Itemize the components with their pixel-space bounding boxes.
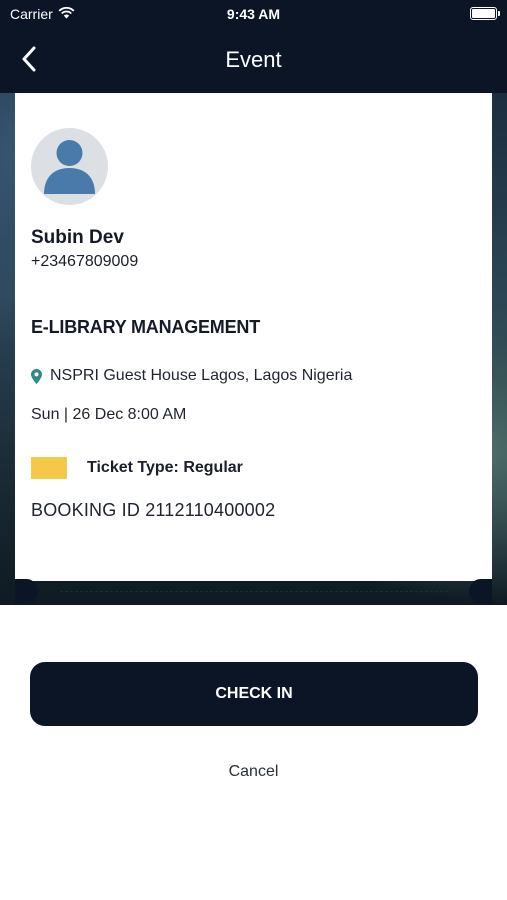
event-title: E-LIBRARY MANAGEMENT (31, 317, 260, 337)
user-phone: +23467809009 (31, 253, 139, 270)
page-title: Event (225, 47, 282, 72)
check-in-button[interactable]: CHECK IN (30, 662, 478, 726)
event-date: Sun | 26 Dec 8:00 AM (31, 406, 187, 423)
booking-id: BOOKING ID 2112110400002 (31, 500, 276, 520)
ticket-type-label: Ticket Type: Regular (87, 459, 243, 476)
avatar (31, 128, 108, 205)
cancel-button[interactable]: Cancel (0, 763, 507, 781)
event-location: NSPRI Guest House Lagos, Lagos Nigeria (31, 367, 352, 385)
battery-icon (470, 7, 500, 20)
ticket-notch-right (469, 579, 492, 604)
location-pin-icon (31, 368, 42, 384)
location-text: NSPRI Guest House Lagos, Lagos Nigeria (50, 367, 353, 384)
ticket-type: Ticket Type: Regular (31, 457, 243, 479)
status-bar: Carrier 9:43 AM (0, 0, 507, 28)
navigation-bar: Event (0, 28, 507, 93)
ticket-divider (60, 591, 448, 592)
user-icon (44, 140, 95, 194)
clock: 9:43 AM (226, 6, 281, 22)
ticket-color-swatch (31, 457, 67, 479)
user-name: Subin Dev (31, 227, 124, 248)
ticket-notch-left (15, 579, 38, 604)
top-bar: Carrier 9:43 AM Event (0, 0, 507, 93)
